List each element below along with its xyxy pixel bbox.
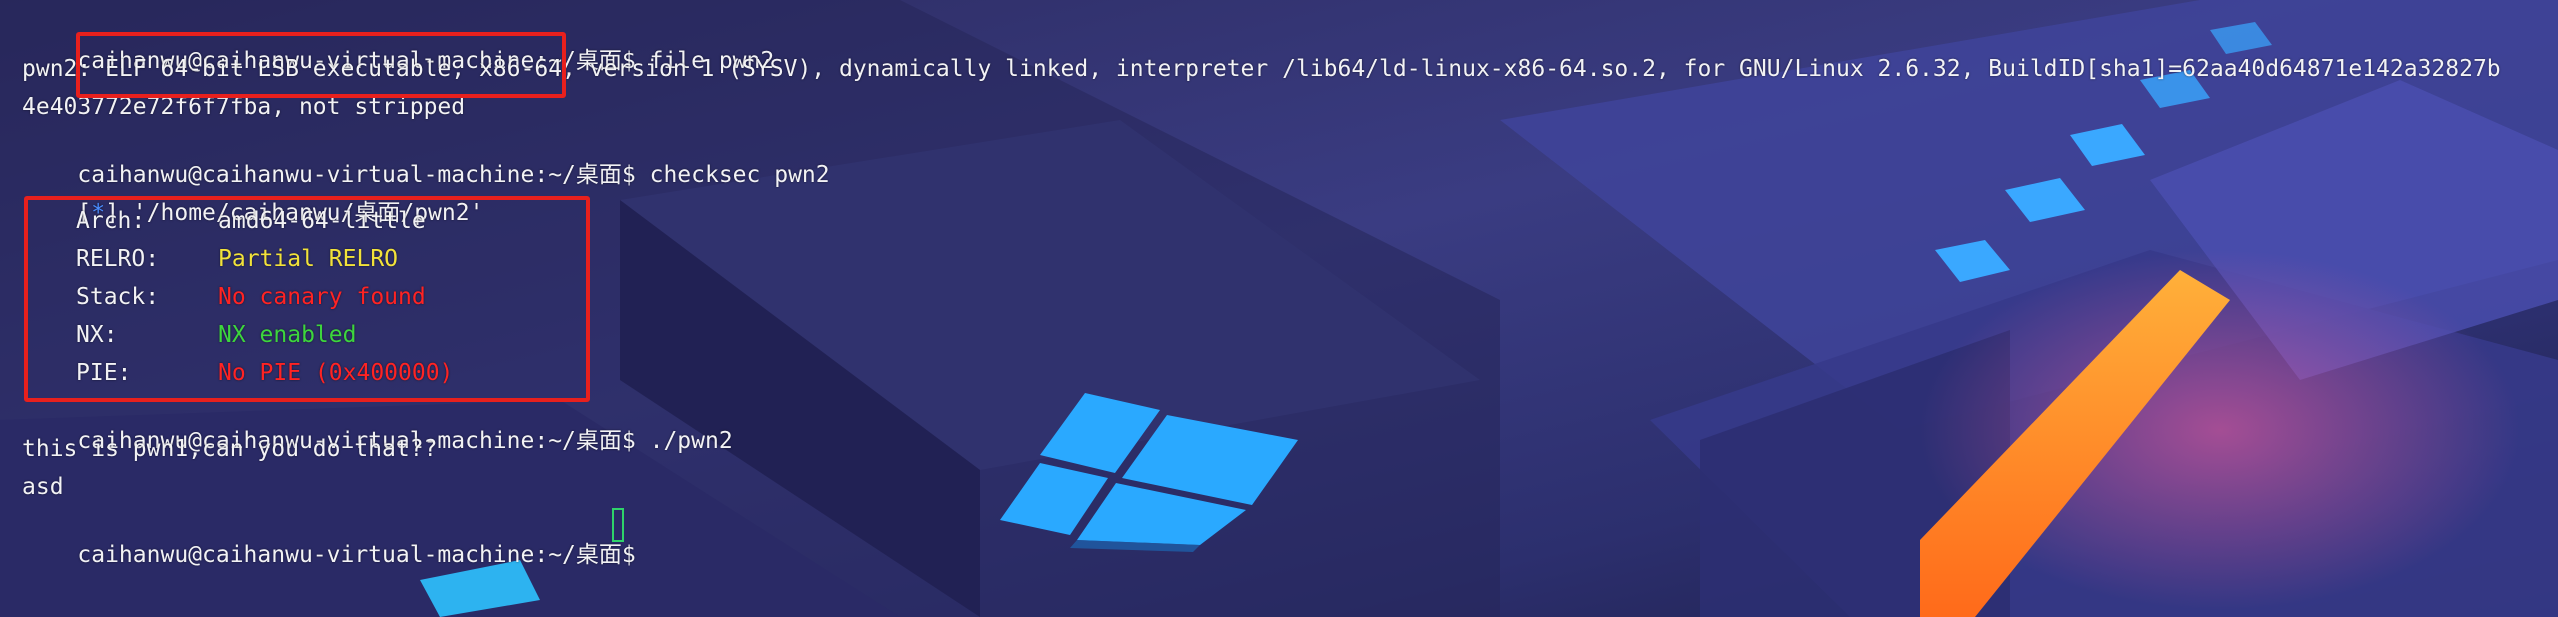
terminal-line: caihanwu@caihanwu-virtual-machine:~/桌面$ xyxy=(22,510,635,568)
checksec-path-line: [*] '/home/caihanwu/桌面/pwn2' xyxy=(22,168,483,226)
annotation-box-arch xyxy=(76,32,566,98)
block-cursor-icon xyxy=(612,508,624,542)
user-input-line: asd xyxy=(22,474,64,500)
command-text: checksec pwn2 xyxy=(635,162,830,188)
shell-prompt: caihanwu@caihanwu-virtual-machine:~/桌面$ xyxy=(77,542,636,568)
annotation-box-checksec xyxy=(24,196,590,402)
program-output-line: this is pwn1,can you do that?? xyxy=(22,436,438,462)
command-text: ./pwn2 xyxy=(635,428,733,454)
terminal-line: caihanwu@caihanwu-virtual-machine:~/桌面$ … xyxy=(22,130,829,188)
